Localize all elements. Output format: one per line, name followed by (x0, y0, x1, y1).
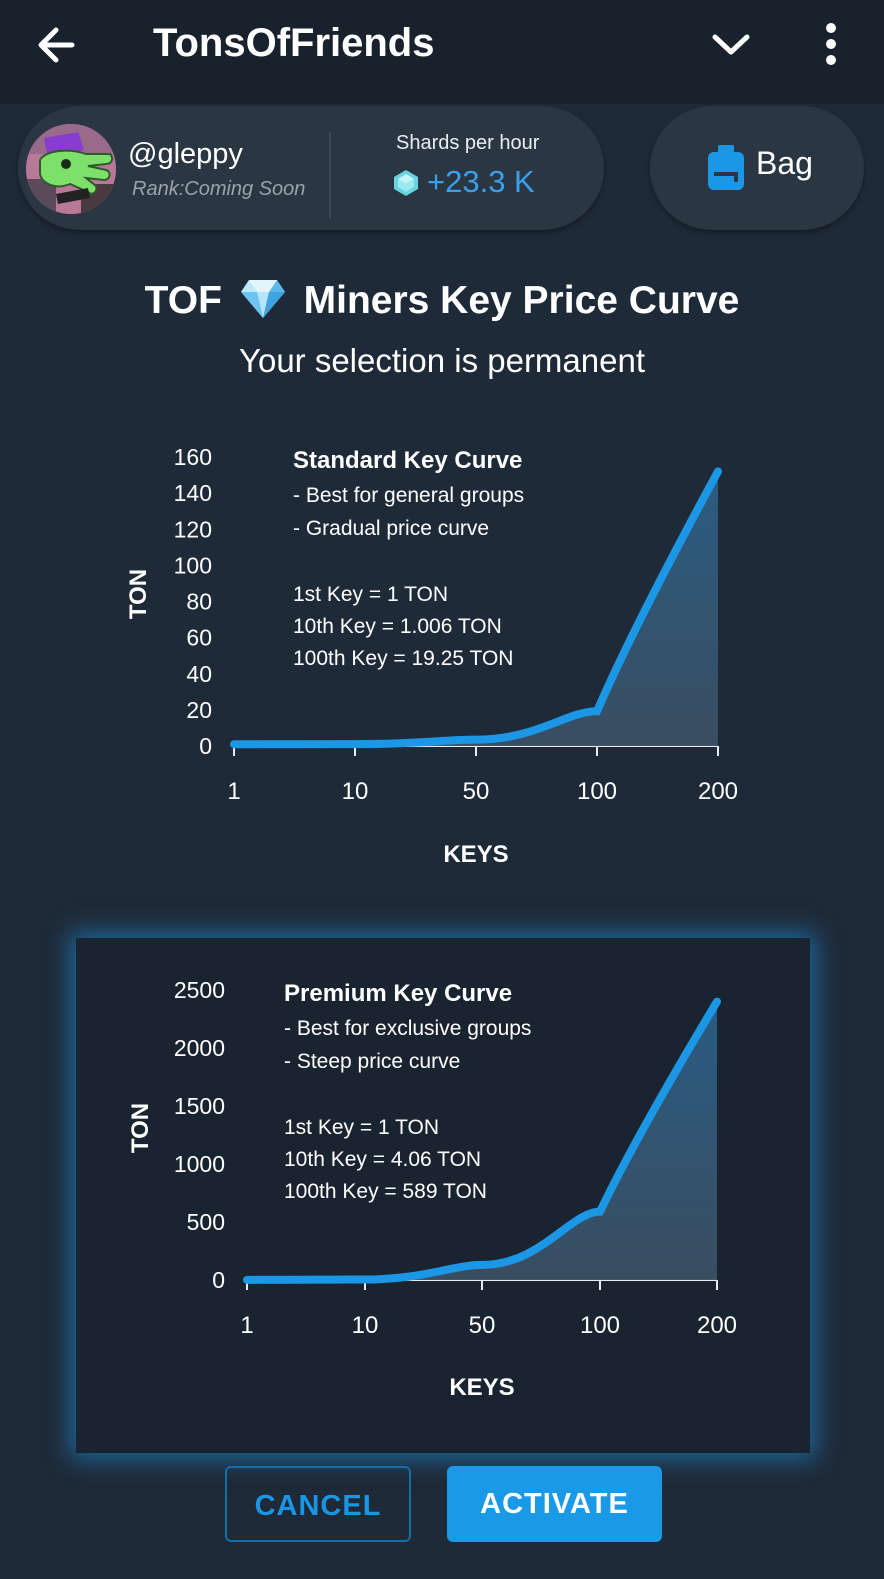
page-subtitle: Your selection is permanent (238, 342, 646, 379)
y-tick-label: 2000 (174, 1035, 225, 1061)
y-tick-label: 0 (199, 733, 212, 759)
dropdown-button[interactable] (706, 20, 756, 70)
shards-per-hour-value: +23.3 K (427, 164, 535, 199)
avatar[interactable] (26, 124, 116, 214)
chart-title: Standard Key Curve (293, 447, 522, 474)
y-tick-label: 140 (174, 480, 212, 506)
y-axis-label: TON (127, 1103, 154, 1153)
back-button[interactable] (30, 18, 84, 72)
y-tick-label: 80 (186, 589, 212, 615)
bag-label: Bag (756, 145, 813, 181)
y-tick-label: 500 (187, 1209, 225, 1235)
x-axis-label: KEYS (449, 1374, 514, 1401)
chart-title: Premium Key Curve (284, 980, 512, 1007)
x-tick-label: 10 (352, 1312, 379, 1339)
premium-curve-chart: 0 500 1000 1500 2000 2500 1 10 50 100 200 KEYS TON Pr… (127, 977, 737, 1401)
key-price-label: 1st Key = 1 TON (284, 1116, 439, 1139)
y-tick-label: 0 (212, 1267, 225, 1293)
divider (329, 132, 331, 218)
x-tick-label: 1 (240, 1312, 253, 1339)
chart-note: - Best for exclusive groups (284, 1017, 531, 1040)
y-tick-label: 20 (186, 697, 212, 723)
y-axis-label: TON (125, 569, 152, 619)
premium-curve-option[interactable]: 0 500 1000 1500 2000 2500 1 10 50 100 200 KEYS TON Pr… (76, 938, 810, 1453)
more-options-button[interactable] (812, 16, 862, 72)
x-tick-label: 50 (463, 778, 490, 805)
shards-per-hour-label: Shards per hour (396, 132, 540, 154)
x-tick-label: 100 (580, 1312, 620, 1339)
cancel-button[interactable]: CANCEL (225, 1466, 411, 1542)
x-axis-label: KEYS (443, 841, 508, 868)
curve-area (247, 1001, 717, 1280)
chart-note: - Gradual price curve (293, 517, 489, 540)
chart-note: - Best for general groups (293, 484, 524, 507)
rank-label: Rank:Coming Soon (132, 178, 306, 200)
key-price-label: 100th Key = 19.25 TON (293, 647, 513, 670)
activate-button[interactable]: ACTIVATE (447, 1466, 662, 1542)
x-tick-label: 50 (469, 1312, 496, 1339)
key-price-label: 100th Key = 589 TON (284, 1180, 487, 1203)
key-price-label: 10th Key = 4.06 TON (284, 1148, 481, 1171)
username: @gleppy (128, 138, 243, 170)
x-tick-label: 200 (697, 1312, 737, 1339)
title-prefix: TOF (144, 279, 222, 322)
chart-note: - Steep price curve (284, 1050, 460, 1073)
y-tick-label: 40 (186, 661, 212, 687)
app-title: TonsOfFriends (153, 21, 435, 65)
x-tick-label: 1 (227, 778, 240, 805)
x-tick-label: 10 (342, 778, 369, 805)
y-tick-label: 1000 (174, 1151, 225, 1177)
y-tick-label: 1500 (174, 1093, 225, 1119)
crystal-icon (394, 170, 418, 196)
x-tick-label: 100 (577, 778, 617, 805)
y-tick-label: 120 (174, 516, 212, 542)
y-tick-label: 2500 (174, 977, 225, 1003)
y-tick-label: 100 (174, 552, 212, 578)
page-title: TOF Miners Key Price Curve (0, 276, 884, 326)
key-price-label: 1st Key = 1 TON (293, 583, 448, 606)
standard-curve-chart: 0 20 40 60 80 100 120 140 160 1 10 50 100 200 KEYS TON S… (125, 444, 738, 868)
chevron-down-icon (712, 34, 750, 55)
y-tick-label: 160 (174, 444, 212, 470)
diamond-icon (240, 280, 285, 318)
top-app-bar: TonsOfFriends (0, 0, 884, 104)
bag-button[interactable]: Bag (650, 106, 864, 230)
more-vertical-icon (826, 23, 836, 65)
title-text: Miners Key Price Curve (303, 279, 740, 322)
standard-curve-option[interactable]: 0 20 40 60 80 100 120 140 160 1 10 50 100 200 KEYS TON S… (76, 420, 808, 910)
arrow-left-icon (38, 27, 75, 63)
y-tick-label: 60 (186, 625, 212, 651)
x-tick-label: 200 (698, 778, 738, 805)
key-price-label: 10th Key = 1.006 TON (293, 615, 502, 638)
profile-card[interactable]: @gleppy Rank:Coming Soon Shards per hour… (18, 106, 604, 230)
backpack-icon (708, 145, 744, 190)
